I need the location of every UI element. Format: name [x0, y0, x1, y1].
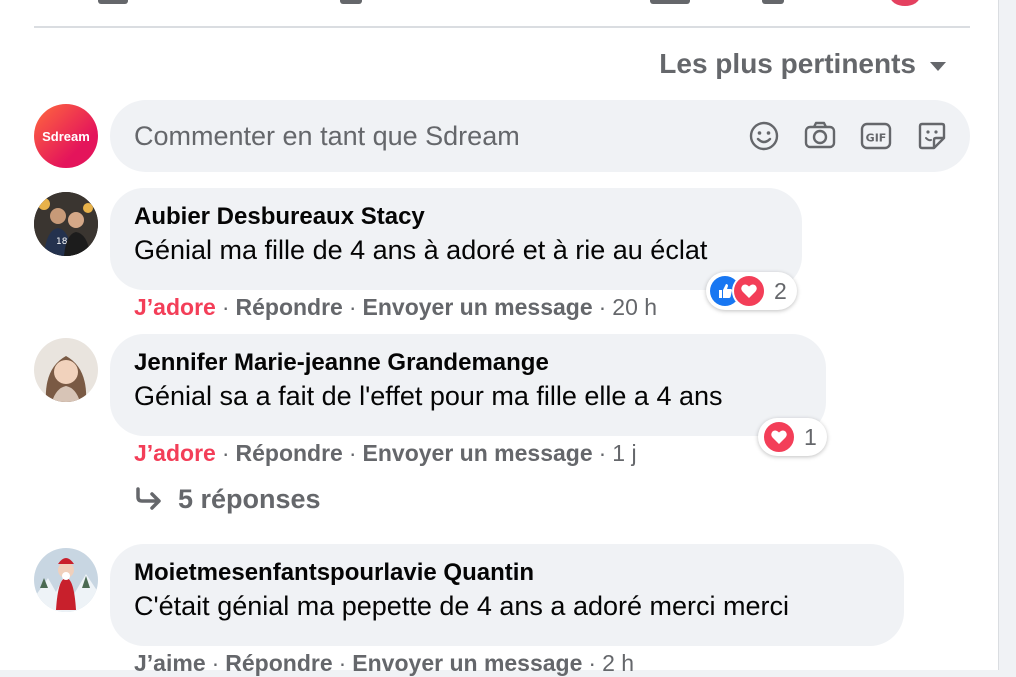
react-button[interactable]: J’adore	[134, 440, 216, 466]
comment-composer: Sdream Commenter en tant que Sdream GIF	[34, 100, 970, 172]
react-button[interactable]: J’aime	[134, 650, 206, 676]
send-message-button[interactable]: Envoyer un message	[363, 440, 593, 466]
share-icon	[98, 0, 128, 4]
comment-timestamp[interactable]: 2 h	[602, 650, 634, 676]
comment-bubble: Aubier Desbureaux Stacy Génial ma fille …	[110, 188, 802, 290]
divider	[34, 26, 970, 28]
comment-bubble: Jennifer Marie-jeanne Grandemange Génial…	[110, 334, 826, 436]
comment-bubble: Moietmesenfantspourlavie Quantin C'était…	[110, 544, 904, 646]
text-fragment	[650, 0, 690, 4]
view-replies-button[interactable]: 5 réponses	[134, 484, 321, 515]
comment-input[interactable]: Commenter en tant que Sdream GIF	[110, 100, 970, 172]
gif-icon[interactable]: GIF	[858, 118, 894, 154]
camera-icon[interactable]	[802, 118, 838, 154]
reaction-summary[interactable]: 2	[706, 272, 797, 310]
reply-button[interactable]: Répondre	[225, 650, 332, 676]
send-message-button[interactable]: Envoyer un message	[352, 650, 582, 676]
sort-label: Les plus pertinents	[659, 48, 916, 79]
heart-icon	[732, 274, 766, 308]
comments-panel: Les plus pertinents Sdream Commenter en …	[0, 0, 999, 676]
caret-down-icon	[930, 61, 946, 71]
composer-tools: GIF	[746, 118, 950, 154]
sort-dropdown[interactable]: Les plus pertinents	[659, 48, 946, 80]
avatar[interactable]	[34, 548, 98, 612]
svg-text:GIF: GIF	[866, 132, 887, 145]
comment-item: Jennifer Marie-jeanne Grandemange Génial…	[34, 334, 970, 474]
comment-item: Moietmesenfantspourlavie Quantin C'était…	[34, 544, 970, 676]
heart-icon	[762, 420, 796, 454]
avatar[interactable]: 18	[34, 192, 98, 256]
comment-text: Génial sa a fait de l'effet pour ma fill…	[134, 381, 723, 411]
comment-input-placeholder: Commenter en tant que Sdream	[134, 120, 520, 151]
comment-icon	[340, 0, 362, 4]
replies-count-label: 5 réponses	[178, 484, 321, 514]
text-fragment	[762, 0, 784, 4]
reply-arrow-icon	[136, 486, 161, 510]
cropped-action-bar	[0, 0, 998, 26]
comment-author[interactable]: Jennifer Marie-jeanne Grandemange	[134, 348, 802, 378]
emoji-icon[interactable]	[746, 118, 782, 154]
sticker-icon[interactable]	[914, 118, 950, 154]
reply-button[interactable]: Répondre	[236, 440, 343, 466]
comment-actions: J’adore · Répondre · Envoyer un message · 20 h	[134, 294, 658, 320]
comment-author[interactable]: Moietmesenfantspourlavie Quantin	[134, 558, 880, 588]
comment-actions: J’adore · Répondre · Envoyer un message · 1 j	[134, 440, 637, 466]
avatar[interactable]	[34, 338, 98, 402]
reaction-count: 1	[804, 423, 817, 450]
comment-item: 18 Aubier Desbureaux Stacy Génial ma fil…	[34, 188, 970, 320]
reaction-summary[interactable]: 1	[758, 418, 827, 456]
comment-text: Génial ma fille de 4 ans à adoré et à ri…	[134, 235, 708, 265]
react-button[interactable]: J’adore	[134, 294, 216, 320]
comment-author[interactable]: Aubier Desbureaux Stacy	[134, 202, 778, 232]
comment-timestamp[interactable]: 20 h	[612, 294, 657, 320]
avatar[interactable]	[890, 0, 920, 6]
send-message-button[interactable]: Envoyer un message	[363, 294, 593, 320]
page-avatar-label: Sdream	[42, 128, 90, 144]
page-avatar[interactable]: Sdream	[34, 104, 98, 168]
comment-actions: J’aime · Répondre · Envoyer un message · 2 h	[134, 650, 635, 676]
reply-button[interactable]: Répondre	[236, 294, 343, 320]
comment-text: C'était génial ma pepette de 4 ans a ado…	[134, 591, 790, 621]
comment-timestamp[interactable]: 1 j	[612, 440, 636, 466]
reaction-count: 2	[774, 277, 787, 304]
